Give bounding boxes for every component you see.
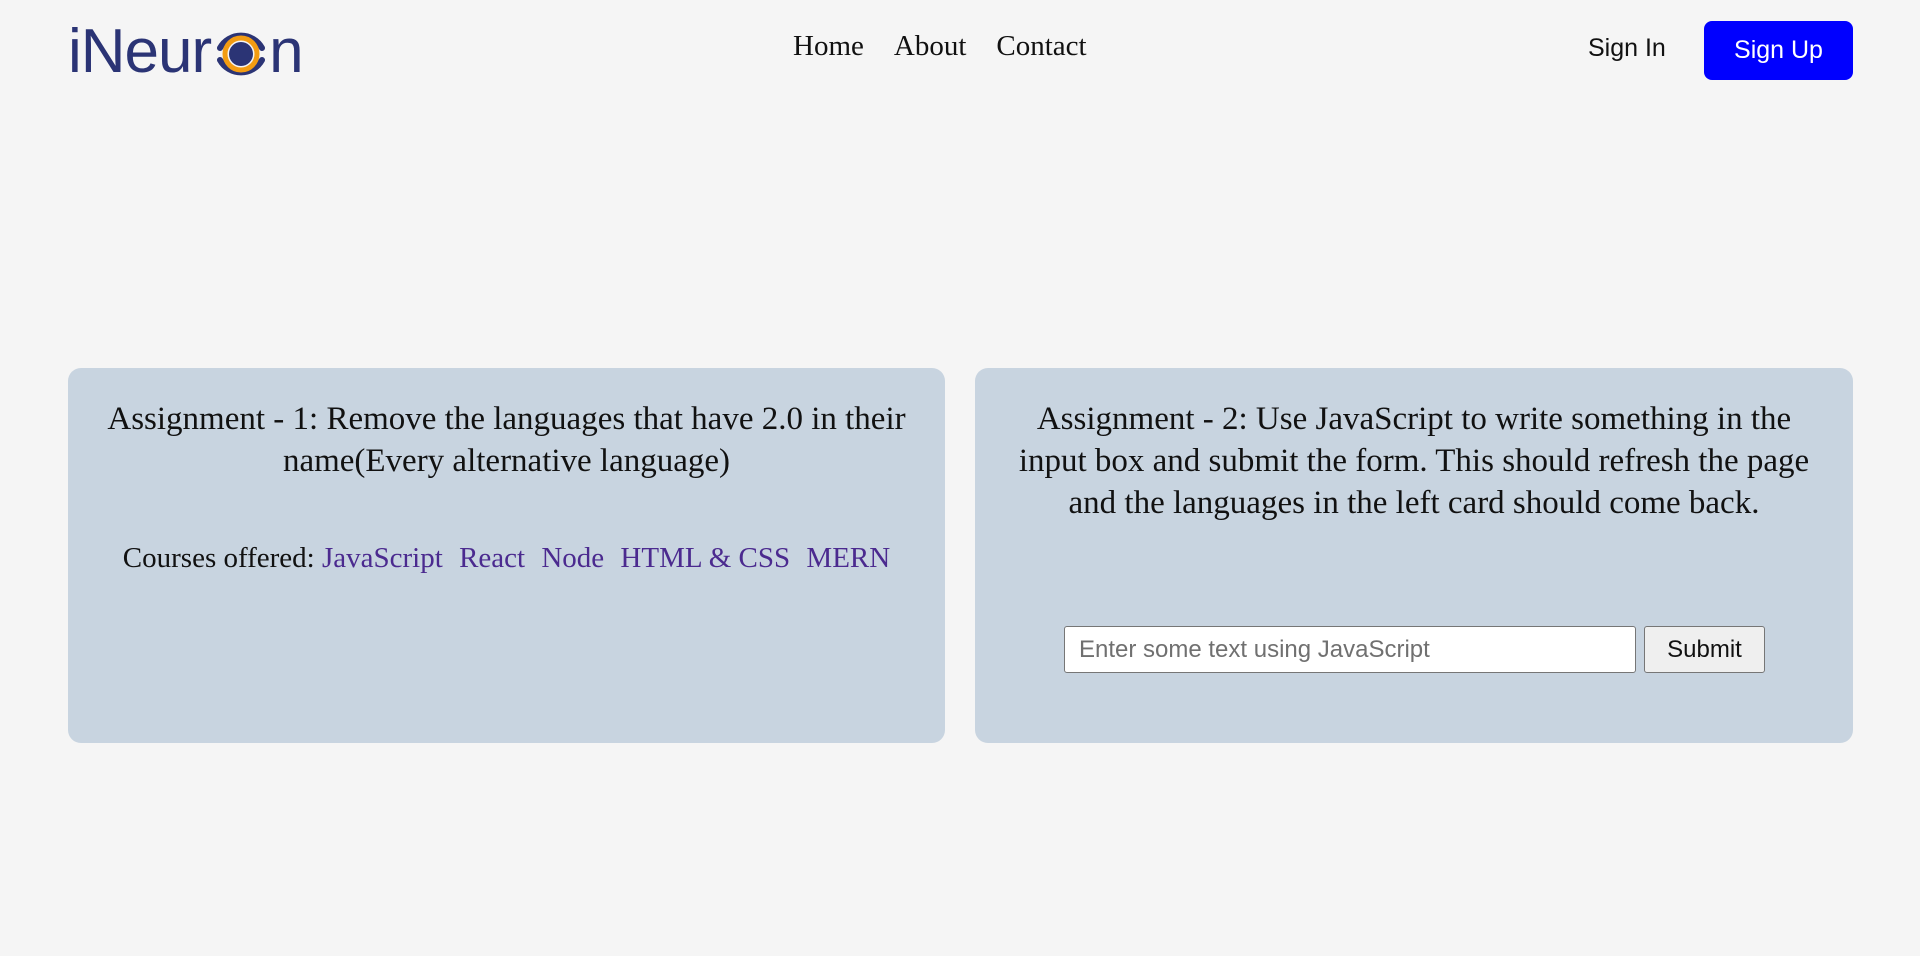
ineuron-logo[interactable]: iNeur n [68, 16, 304, 90]
logo-o-icon [212, 18, 270, 90]
assignment-2-card: Assignment - 2: Use JavaScript to write … [975, 368, 1853, 743]
sign-up-button[interactable]: Sign Up [1704, 21, 1853, 80]
logo-text-prefix: iNeur [68, 17, 212, 86]
course-link-node[interactable]: Node [541, 542, 604, 574]
course-link-javascript[interactable]: JavaScript [322, 542, 443, 574]
assignment-1-title: Assignment - 1: Remove the languages tha… [107, 401, 906, 479]
course-list: JavaScript React Node HTML & CSS MERN [322, 542, 890, 574]
nav-about-link[interactable]: About [894, 30, 967, 63]
course-link-react[interactable]: React [459, 542, 525, 574]
nav-home-link[interactable]: Home [793, 30, 864, 63]
sign-in-link[interactable]: Sign In [1588, 34, 1666, 63]
assignment-1-card: Assignment - 1: Remove the languages tha… [68, 368, 945, 743]
nav-contact-link[interactable]: Contact [996, 30, 1086, 63]
courses-offered: Courses offered: JavaScript React Node H… [68, 540, 945, 576]
main-nav: Home About Contact [793, 30, 1087, 63]
site-header: iNeur n Home About Contact Sign In Sign … [0, 0, 1920, 102]
course-link-mern[interactable]: MERN [806, 542, 890, 574]
assignment-2-form: Submit [1064, 626, 1765, 673]
logo-text-suffix: n [269, 17, 303, 86]
course-link-html-css[interactable]: HTML & CSS [620, 542, 790, 574]
assignment-2-title: Assignment - 2: Use JavaScript to write … [1018, 401, 1810, 521]
courses-offered-label: Courses offered: [122, 542, 315, 574]
submit-button[interactable]: Submit [1644, 626, 1765, 673]
text-input[interactable] [1064, 626, 1636, 673]
